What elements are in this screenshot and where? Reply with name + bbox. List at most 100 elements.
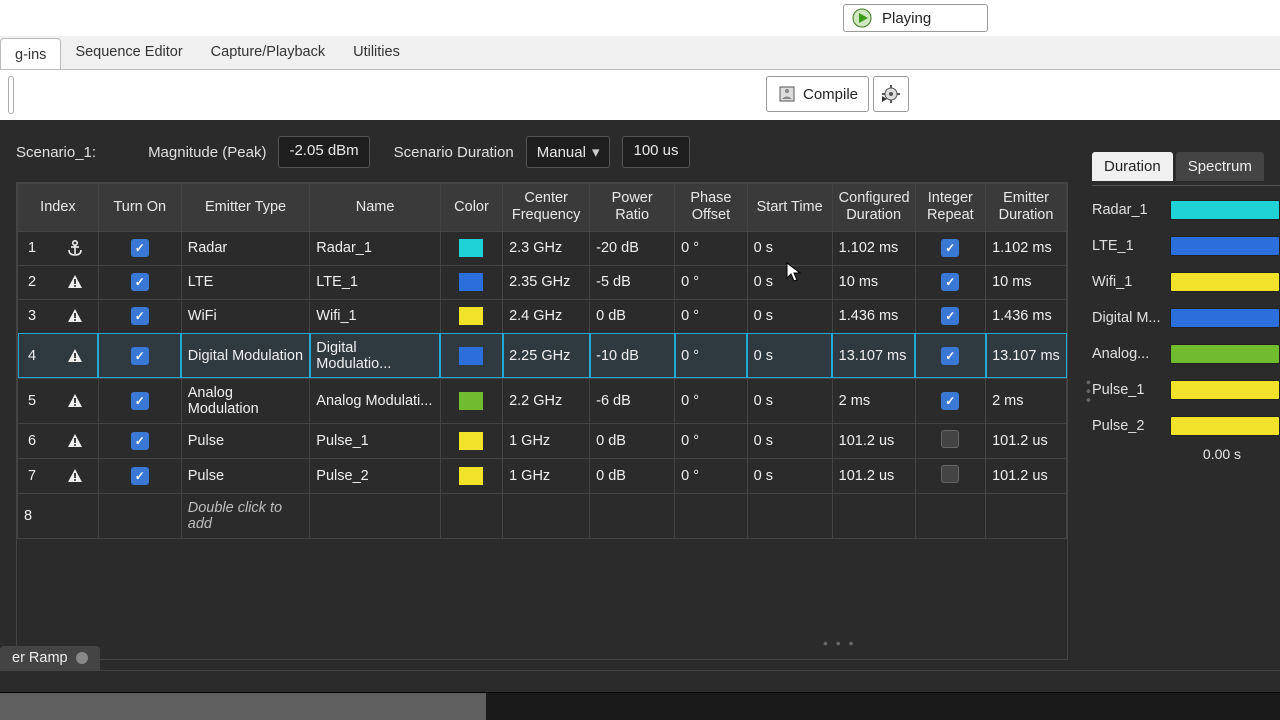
cell-name[interactable]: Pulse_1 — [310, 423, 441, 458]
duration-mode-select[interactable]: Manual — [526, 136, 611, 168]
cell-name[interactable]: LTE_1 — [310, 265, 441, 299]
cell-configured-duration[interactable]: 13.107 ms — [832, 333, 915, 378]
turn-on-checkbox[interactable] — [131, 347, 149, 365]
cell-phase-offset[interactable]: 0 ° — [675, 458, 748, 493]
cell-emitter-duration[interactable]: 101.2 us — [986, 458, 1067, 493]
integer-repeat-checkbox[interactable] — [941, 347, 959, 365]
integer-repeat-checkbox[interactable] — [941, 273, 959, 291]
cell-power-ratio[interactable]: 0 dB — [590, 423, 675, 458]
integer-repeat-checkbox[interactable] — [941, 307, 959, 325]
turn-on-checkbox[interactable] — [131, 307, 149, 325]
color-swatch[interactable] — [459, 307, 483, 325]
tab-duration[interactable]: Duration — [1092, 152, 1173, 181]
cell-power-ratio[interactable]: -6 dB — [590, 378, 675, 423]
color-swatch[interactable] — [459, 392, 483, 410]
legend-row[interactable]: Analog... — [1092, 336, 1280, 372]
table-row-empty[interactable]: 8Double click to add — [18, 493, 1067, 538]
progress-bar[interactable] — [0, 692, 1280, 720]
duration-value-input[interactable]: 100 us — [622, 136, 689, 168]
tab-capture-playback[interactable]: Capture/Playback — [197, 36, 339, 69]
cell-power-ratio[interactable]: 0 dB — [590, 299, 675, 333]
cell-emitter-type[interactable]: Radar — [181, 231, 310, 265]
cell-emitter-duration[interactable]: 13.107 ms — [986, 333, 1067, 378]
cell-center-frequency[interactable]: 2.25 GHz — [503, 333, 590, 378]
cell-configured-duration[interactable]: 101.2 us — [832, 423, 915, 458]
turn-on-checkbox[interactable] — [131, 239, 149, 257]
tab-utilities[interactable]: Utilities — [339, 36, 414, 69]
toolbar-handle[interactable] — [8, 76, 14, 114]
cell-emitter-duration[interactable]: 101.2 us — [986, 423, 1067, 458]
cell-power-ratio[interactable]: -10 dB — [590, 333, 675, 378]
cell-emitter-duration[interactable]: 1.436 ms — [986, 299, 1067, 333]
cell-emitter-type[interactable]: Pulse — [181, 423, 310, 458]
table-row[interactable]: 4Digital ModulationDigital Modulatio...2… — [18, 333, 1067, 378]
col-turn-on[interactable]: Turn On — [98, 184, 181, 232]
cell-start-time[interactable]: 0 s — [747, 299, 832, 333]
cell-center-frequency[interactable]: 1 GHz — [503, 423, 590, 458]
cell-emitter-duration[interactable]: 10 ms — [986, 265, 1067, 299]
legend-row[interactable]: Pulse_2 — [1092, 408, 1280, 444]
cell-power-ratio[interactable]: 0 dB — [590, 458, 675, 493]
cell-power-ratio[interactable]: -5 dB — [590, 265, 675, 299]
turn-on-checkbox[interactable] — [131, 392, 149, 410]
legend-row[interactable]: LTE_1 — [1092, 228, 1280, 264]
legend-row[interactable]: Wifi_1 — [1092, 264, 1280, 300]
cell-center-frequency[interactable]: 2.35 GHz — [503, 265, 590, 299]
table-row[interactable]: 7PulsePulse_21 GHz0 dB0 °0 s101.2 us101.… — [18, 458, 1067, 493]
cell-phase-offset[interactable]: 0 ° — [675, 299, 748, 333]
cell-configured-duration[interactable]: 1.436 ms — [832, 299, 915, 333]
color-swatch[interactable] — [459, 273, 483, 291]
col-phase-offset[interactable]: Phase Offset — [675, 184, 748, 232]
cell-power-ratio[interactable]: -20 dB — [590, 231, 675, 265]
cell-emitter-type[interactable]: LTE — [181, 265, 310, 299]
color-swatch[interactable] — [459, 432, 483, 450]
integer-repeat-checkbox[interactable] — [941, 392, 959, 410]
turn-on-checkbox[interactable] — [131, 467, 149, 485]
cell-configured-duration[interactable]: 10 ms — [832, 265, 915, 299]
color-swatch[interactable] — [459, 239, 483, 257]
cell-emitter-type[interactable]: Pulse — [181, 458, 310, 493]
color-swatch[interactable] — [459, 467, 483, 485]
table-row[interactable]: 3WiFiWifi_12.4 GHz0 dB0 °0 s1.436 ms1.43… — [18, 299, 1067, 333]
ramp-tab[interactable]: er Ramp — [0, 646, 100, 670]
turn-on-checkbox[interactable] — [131, 273, 149, 291]
cell-phase-offset[interactable]: 0 ° — [675, 231, 748, 265]
cell-emitter-type[interactable]: Digital Modulation — [181, 333, 310, 378]
col-color[interactable]: Color — [440, 184, 502, 232]
add-placeholder[interactable]: Double click to add — [181, 493, 310, 538]
cell-configured-duration[interactable]: 1.102 ms — [832, 231, 915, 265]
cell-start-time[interactable]: 0 s — [747, 333, 832, 378]
turn-on-checkbox[interactable] — [131, 432, 149, 450]
vertical-splitter-icon[interactable]: • • • — [1081, 380, 1097, 402]
col-integer-repeat[interactable]: Integer Repeat — [915, 184, 985, 232]
cell-center-frequency[interactable]: 2.4 GHz — [503, 299, 590, 333]
cell-start-time[interactable]: 0 s — [747, 423, 832, 458]
col-configured-duration[interactable]: Configured Duration — [832, 184, 915, 232]
col-name[interactable]: Name — [310, 184, 441, 232]
horizontal-splitter-icon[interactable]: • • • — [823, 635, 855, 651]
cell-name[interactable]: Radar_1 — [310, 231, 441, 265]
settings-button[interactable] — [873, 76, 909, 112]
cell-start-time[interactable]: 0 s — [747, 265, 832, 299]
table-row[interactable]: 1RadarRadar_12.3 GHz-20 dB0 °0 s1.102 ms… — [18, 231, 1067, 265]
compile-button[interactable]: Compile — [766, 76, 869, 112]
cell-phase-offset[interactable]: 0 ° — [675, 333, 748, 378]
cell-configured-duration[interactable]: 101.2 us — [832, 458, 915, 493]
cell-start-time[interactable]: 0 s — [747, 378, 832, 423]
cell-emitter-duration[interactable]: 1.102 ms — [986, 231, 1067, 265]
cell-start-time[interactable]: 0 s — [747, 231, 832, 265]
table-row[interactable]: 2LTELTE_12.35 GHz-5 dB0 °0 s10 ms10 ms — [18, 265, 1067, 299]
integer-repeat-checkbox[interactable] — [941, 239, 959, 257]
col-start-time[interactable]: Start Time — [747, 184, 832, 232]
col-power-ratio[interactable]: Power Ratio — [590, 184, 675, 232]
cell-center-frequency[interactable]: 1 GHz — [503, 458, 590, 493]
tab-plugins[interactable]: g-ins — [0, 38, 61, 69]
cell-emitter-type[interactable]: Analog Modulation — [181, 378, 310, 423]
col-emitter-duration[interactable]: Emitter Duration — [986, 184, 1067, 232]
cell-emitter-duration[interactable]: 2 ms — [986, 378, 1067, 423]
magnitude-input[interactable]: -2.05 dBm — [278, 136, 369, 168]
col-emitter-type[interactable]: Emitter Type — [181, 184, 310, 232]
tab-sequence-editor[interactable]: Sequence Editor — [61, 36, 196, 69]
integer-repeat-checkbox[interactable] — [941, 430, 959, 448]
cell-configured-duration[interactable]: 2 ms — [832, 378, 915, 423]
